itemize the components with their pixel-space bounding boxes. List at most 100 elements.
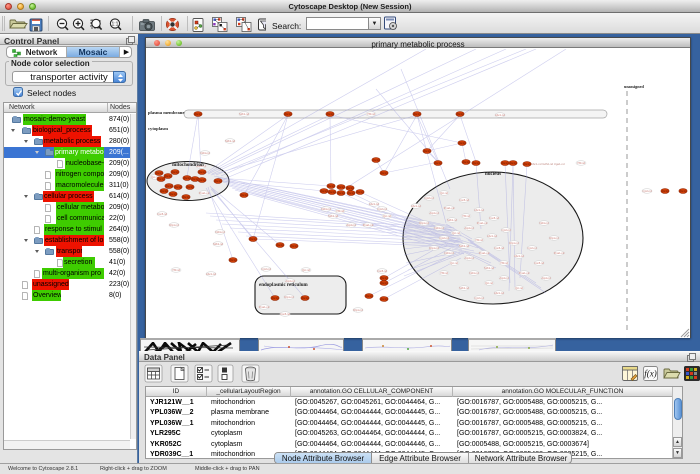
svg-text:Abc1p: Abc1p bbox=[357, 191, 364, 194]
svg-text:Abc1-nd: Abc1-nd bbox=[495, 113, 505, 117]
svg-text:Rip1-nd: Rip1-nd bbox=[169, 223, 179, 227]
svg-text:Ndi1-nd: Ndi1-nd bbox=[200, 151, 210, 155]
svg-text:Abc1p: Abc1p bbox=[463, 161, 470, 164]
svg-text:Abc1p: Abc1p bbox=[230, 259, 237, 262]
svg-text:Ndi1-nd: Ndi1-nd bbox=[215, 230, 225, 234]
svg-text:Pma1-nd: Pma1-nd bbox=[479, 251, 490, 255]
svg-text:Abc1p: Abc1p bbox=[381, 298, 388, 301]
svg-text:Abc1p: Abc1p bbox=[414, 113, 421, 116]
svg-text:Pma1-nd: Pma1-nd bbox=[444, 206, 455, 210]
svg-text:Abc1p: Abc1p bbox=[161, 190, 168, 193]
svg-text:Atp4-nd: Atp4-nd bbox=[464, 256, 474, 260]
svg-text:Abc1p: Abc1p bbox=[184, 177, 191, 180]
svg-text:Abc1p: Abc1p bbox=[165, 175, 172, 178]
svg-text:Pma1-nd: Pma1-nd bbox=[259, 305, 270, 309]
svg-text:Ndi1-nd: Ndi1-nd bbox=[469, 271, 479, 275]
svg-text:Abc1p: Abc1p bbox=[199, 171, 206, 174]
svg-text:Abc1p: Abc1p bbox=[170, 193, 177, 196]
svg-text:Abc1p: Abc1p bbox=[329, 191, 336, 194]
svg-text:Cyt2-nd: Cyt2-nd bbox=[501, 228, 511, 232]
svg-text:Sdh1-nd: Sdh1-nd bbox=[484, 266, 494, 270]
svg-text:Abc1p: Abc1p bbox=[473, 162, 480, 165]
svg-text:Rip1-nd: Rip1-nd bbox=[549, 236, 559, 240]
svg-text:Abc1p: Abc1p bbox=[662, 190, 669, 193]
svg-text:Abc1p: Abc1p bbox=[338, 186, 345, 189]
svg-text:Abc1p: Abc1p bbox=[166, 185, 173, 188]
svg-text:Pma1-nd: Pma1-nd bbox=[477, 221, 488, 225]
svg-text:Pma1-nd: Pma1-nd bbox=[519, 271, 530, 275]
svg-text:Abc1p: Abc1p bbox=[291, 245, 298, 248]
svg-text:Cyt2-nd: Cyt2-nd bbox=[527, 246, 537, 250]
svg-text:Cox5-nd: Cox5-nd bbox=[489, 216, 499, 220]
svg-text:Abc1-nd: Abc1-nd bbox=[369, 202, 379, 206]
svg-text:Qcr-nd: Qcr-nd bbox=[302, 268, 310, 272]
svg-text:Cyt2-nd: Cyt2-nd bbox=[642, 189, 652, 193]
svg-text:Abc1p: Abc1p bbox=[302, 297, 309, 300]
svg-text:Abc1p: Abc1p bbox=[459, 142, 466, 145]
svg-text:Abc1p: Abc1p bbox=[381, 277, 388, 280]
svg-text:Abc1p: Abc1p bbox=[327, 113, 334, 116]
svg-text:Abc1p: Abc1p bbox=[510, 162, 517, 165]
svg-text:Abc1p: Abc1p bbox=[156, 172, 163, 175]
svg-text:Abc1-nd: Abc1-nd bbox=[206, 272, 216, 276]
svg-text:Abc1-nd: Abc1-nd bbox=[514, 254, 524, 258]
svg-text:plasma membrane: plasma membrane bbox=[148, 110, 184, 115]
svg-text:Abc1p: Abc1p bbox=[373, 159, 380, 162]
svg-text:Yfl0-nd: Yfl0-nd bbox=[336, 209, 345, 213]
svg-text:Abc1p: Abc1p bbox=[457, 113, 464, 116]
svg-text:Abc1p: Abc1p bbox=[524, 163, 531, 166]
svg-text:Cox5-nd: Cox5-nd bbox=[534, 261, 544, 265]
svg-text:Abc1p: Abc1p bbox=[424, 150, 431, 153]
svg-text:Abc1p: Abc1p bbox=[680, 190, 687, 193]
svg-text:Atp4-nd: Atp4-nd bbox=[429, 211, 439, 215]
svg-text:Abc1-nd: Abc1-nd bbox=[487, 234, 497, 238]
svg-text:Sdh1-nd: Sdh1-nd bbox=[225, 139, 235, 143]
svg-text:Abc1p: Abc1p bbox=[158, 178, 165, 181]
svg-text:Qcr-nd: Qcr-nd bbox=[515, 286, 523, 290]
svg-text:Yfl0-nd: Yfl0-nd bbox=[475, 238, 484, 242]
svg-text:unassigned: unassigned bbox=[624, 84, 644, 89]
svg-text:Cox5-nd: Cox5-nd bbox=[377, 269, 387, 273]
svg-text:endoplasmic reticulum: endoplasmic reticulum bbox=[259, 283, 308, 288]
svg-text:Cox5-nd: Cox5-nd bbox=[280, 312, 290, 316]
svg-text:1:1: 1:1 bbox=[112, 22, 119, 28]
svg-text:cytoplasm: cytoplasm bbox=[148, 126, 168, 131]
svg-text:Abc1p: Abc1p bbox=[187, 186, 194, 189]
svg-text:Rip1-nd: Rip1-nd bbox=[429, 246, 439, 250]
svg-text:Abc1p: Abc1p bbox=[215, 180, 222, 183]
svg-text:Rip1-nd: Rip1-nd bbox=[353, 308, 363, 312]
svg-text:Abc1p: Abc1p bbox=[285, 113, 292, 116]
svg-text:Abc1p: Abc1p bbox=[366, 295, 373, 298]
svg-text:Abc1p: Abc1p bbox=[338, 192, 345, 195]
svg-text:Ndi1-nd: Ndi1-nd bbox=[444, 251, 454, 255]
svg-text:Abc1p: Abc1p bbox=[250, 238, 257, 241]
svg-text:Yfl0-nd: Yfl0-nd bbox=[172, 268, 181, 272]
svg-text:Abc1p: Abc1p bbox=[381, 172, 388, 175]
svg-text:Abc1p: Abc1p bbox=[272, 297, 279, 300]
svg-text:Abc1p: Abc1p bbox=[277, 244, 284, 247]
svg-text:Yfl0-nd: Yfl0-nd bbox=[440, 271, 449, 275]
svg-text:Abc1p: Abc1p bbox=[348, 192, 355, 195]
svg-text:Sdh1-nd: Sdh1-nd bbox=[213, 242, 223, 246]
svg-text:Qcr-nd: Qcr-nd bbox=[450, 261, 458, 265]
svg-text:Yfl0-nd: Yfl0-nd bbox=[500, 261, 509, 265]
svg-text:Abc1p: Abc1p bbox=[183, 196, 190, 199]
svg-text:Abc1p: Abc1p bbox=[328, 185, 335, 188]
svg-text:Sdh1-nd: Sdh1-nd bbox=[459, 244, 469, 248]
svg-text:Qcr-nd: Qcr-nd bbox=[440, 191, 448, 195]
svg-text:Abc1p: Abc1p bbox=[175, 186, 182, 189]
svg-text:Qcr-nd: Qcr-nd bbox=[452, 231, 460, 235]
svg-text:Abc1-nd Gdh2-nd Uga1-nd: Abc1-nd Gdh2-nd Uga1-nd bbox=[531, 162, 565, 166]
svg-text:Ndi1-nd: Ndi1-nd bbox=[539, 221, 549, 225]
svg-text:Abc1-nd: Abc1-nd bbox=[494, 291, 504, 295]
svg-text:Atp4-nd: Atp4-nd bbox=[346, 223, 356, 227]
svg-text:Cyt2-nd: Cyt2-nd bbox=[439, 236, 449, 240]
svg-text:Sdh1-nd: Sdh1-nd bbox=[459, 286, 469, 290]
svg-text:Cox5-nd: Cox5-nd bbox=[157, 212, 167, 216]
svg-text:Yfl0-nd: Yfl0-nd bbox=[577, 161, 586, 165]
svg-text:Rip1-nd: Rip1-nd bbox=[419, 221, 429, 225]
svg-text:Atp4-nd: Atp4-nd bbox=[464, 226, 474, 230]
svg-text:Abc1p: Abc1p bbox=[435, 162, 442, 165]
svg-text:Cyt2-nd: Cyt2-nd bbox=[261, 267, 271, 271]
svg-text:Qcr-nd: Qcr-nd bbox=[485, 281, 493, 285]
